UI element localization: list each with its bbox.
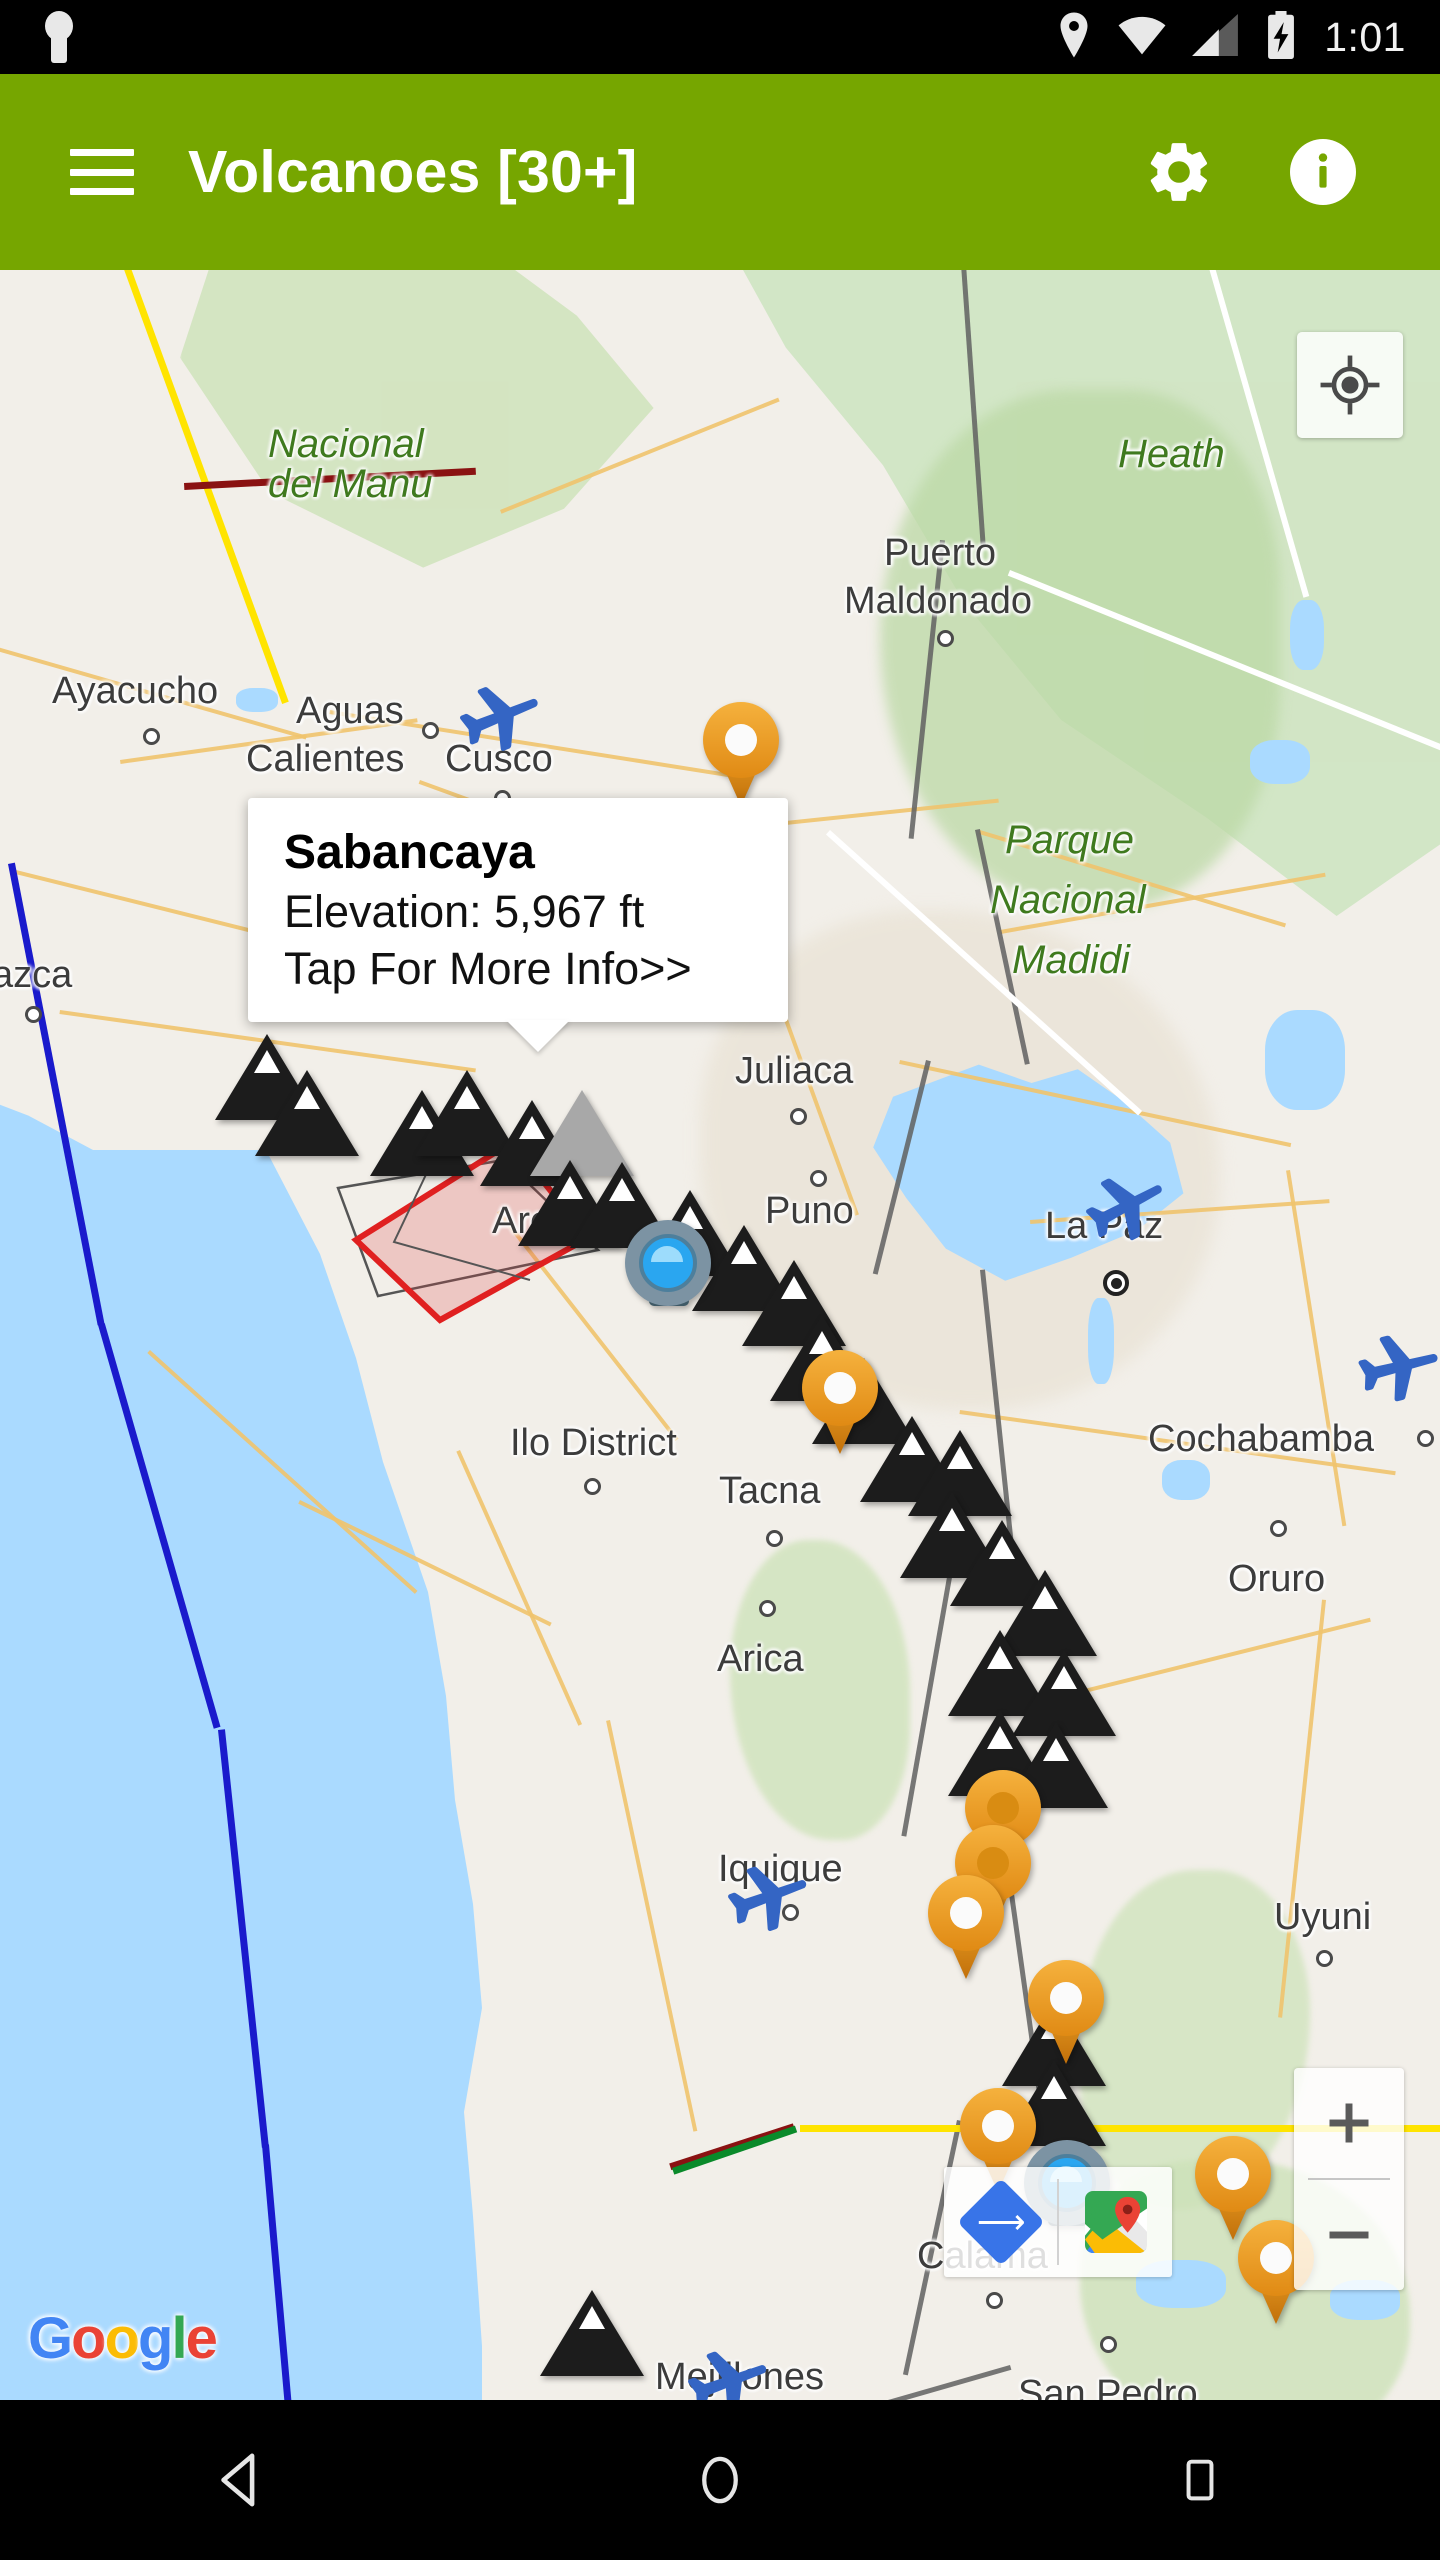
minus-icon: [1329, 2231, 1369, 2239]
zoom-controls: [1294, 2068, 1404, 2290]
terrain-vegetation-s1: [730, 1540, 910, 1840]
home-button[interactable]: [645, 2430, 795, 2530]
lake: [1290, 600, 1324, 670]
svg-text:G: G: [1089, 2195, 1110, 2226]
gear-icon[interactable]: [1142, 135, 1216, 209]
google-letter: e: [185, 2306, 218, 2371]
plus-icon: [1329, 2103, 1369, 2143]
poi-pin-marker[interactable]: [1028, 1960, 1104, 2064]
status-bar-right: 1:01: [1056, 10, 1440, 64]
google-letter: o: [104, 2306, 140, 2371]
my-location-button[interactable]: [1297, 332, 1403, 438]
lake: [1088, 1298, 1114, 1384]
poi-pin-marker[interactable]: [703, 702, 779, 806]
terrain-vegetation-nw: [180, 270, 654, 568]
city-dot: [1417, 1430, 1434, 1447]
city-dot: [810, 1170, 827, 1187]
webcam-marker[interactable]: [625, 1220, 717, 1312]
app-bar: Volcanoes [30+]: [0, 74, 1440, 270]
poi-pin-marker[interactable]: [802, 1350, 878, 1454]
info-window-pointer: [506, 1019, 570, 1052]
terrain-vegetation-mid: [880, 390, 1280, 910]
google-letter: G: [28, 2306, 73, 2371]
city-dot: [1270, 1520, 1287, 1537]
location-pin-icon: [1056, 12, 1092, 63]
city-dot: [584, 1478, 601, 1495]
back-triangle-icon: [221, 2453, 255, 2507]
volcano-marker[interactable]: [255, 1070, 359, 1156]
city-dot: [937, 630, 954, 647]
map-base-tiles: [0, 270, 1440, 2400]
back-button[interactable]: [165, 2430, 315, 2530]
lake: [1250, 740, 1310, 784]
volcano-marker[interactable]: [540, 2290, 644, 2376]
app-bar-actions: [1142, 135, 1440, 209]
home-circle-icon: [702, 2456, 738, 2504]
city-dot: [986, 2292, 1003, 2309]
info-window-action: Tap For More Info>>: [284, 943, 692, 995]
recents-button[interactable]: [1125, 2430, 1275, 2530]
marker-info-window[interactable]: Sabancaya Elevation: 5,967 ft Tap For Mo…: [248, 798, 788, 1052]
city-dot: [766, 1530, 783, 1547]
road: [1286, 1170, 1347, 1527]
open-google-maps-button[interactable]: G: [1059, 2167, 1172, 2277]
info-circle-icon[interactable]: [1286, 135, 1360, 209]
city-dot: [1316, 1950, 1333, 1967]
city-dot: [1100, 2336, 1117, 2353]
city-dot: [25, 1006, 42, 1023]
directions-button[interactable]: ⟶: [944, 2167, 1057, 2277]
my-location-crosshair-icon: [1320, 355, 1380, 415]
cellular-signal-icon: [1192, 13, 1239, 61]
flight-path-green: [672, 2125, 798, 2175]
google-letter: l: [171, 2306, 187, 2371]
status-bar-clock: 1:01: [1324, 13, 1406, 60]
page-title: Volcanoes [30+]: [188, 139, 638, 205]
keyhole-icon: [42, 11, 76, 63]
zoom-in-button[interactable]: [1294, 2068, 1404, 2178]
lake: [1265, 1010, 1345, 1110]
directions-arrow-icon: ⟶: [956, 2178, 1045, 2266]
capital-city-dot: [1103, 1270, 1129, 1296]
battery-charging-icon: [1264, 10, 1298, 64]
lake: [236, 688, 278, 712]
google-maps-icon: G: [1084, 2191, 1147, 2253]
map-action-bar: ⟶ G: [944, 2167, 1172, 2277]
recents-square-icon: [1186, 2459, 1214, 2501]
city-dot: [422, 722, 439, 739]
google-attribution-logo: Google: [28, 2305, 218, 2372]
road: [606, 1720, 698, 2132]
poi-pin-marker[interactable]: [928, 1875, 1004, 1979]
status-bar-left: [0, 11, 1056, 63]
android-navigation-bar: [0, 2400, 1440, 2560]
city-dot: [790, 1108, 807, 1125]
hamburger-menu-icon[interactable]: [70, 149, 134, 195]
info-window-title: Sabancaya: [284, 826, 535, 879]
google-letter: g: [138, 2306, 173, 2371]
lake: [1162, 1460, 1210, 1500]
app-screen: 1:01 Volcanoes [30+] Nacional del Manu H…: [0, 0, 1440, 2560]
city-dot: [759, 1600, 776, 1617]
zoom-out-button[interactable]: [1294, 2180, 1404, 2290]
map-canvas[interactable]: Nacional del Manu Heath Parque Nacional …: [0, 270, 1440, 2400]
google-letter: o: [71, 2306, 106, 2371]
city-dot: [143, 728, 160, 745]
info-window-elevation: Elevation: 5,967 ft: [284, 885, 645, 937]
status-bar: 1:01: [0, 0, 1440, 74]
wifi-icon: [1118, 14, 1166, 61]
